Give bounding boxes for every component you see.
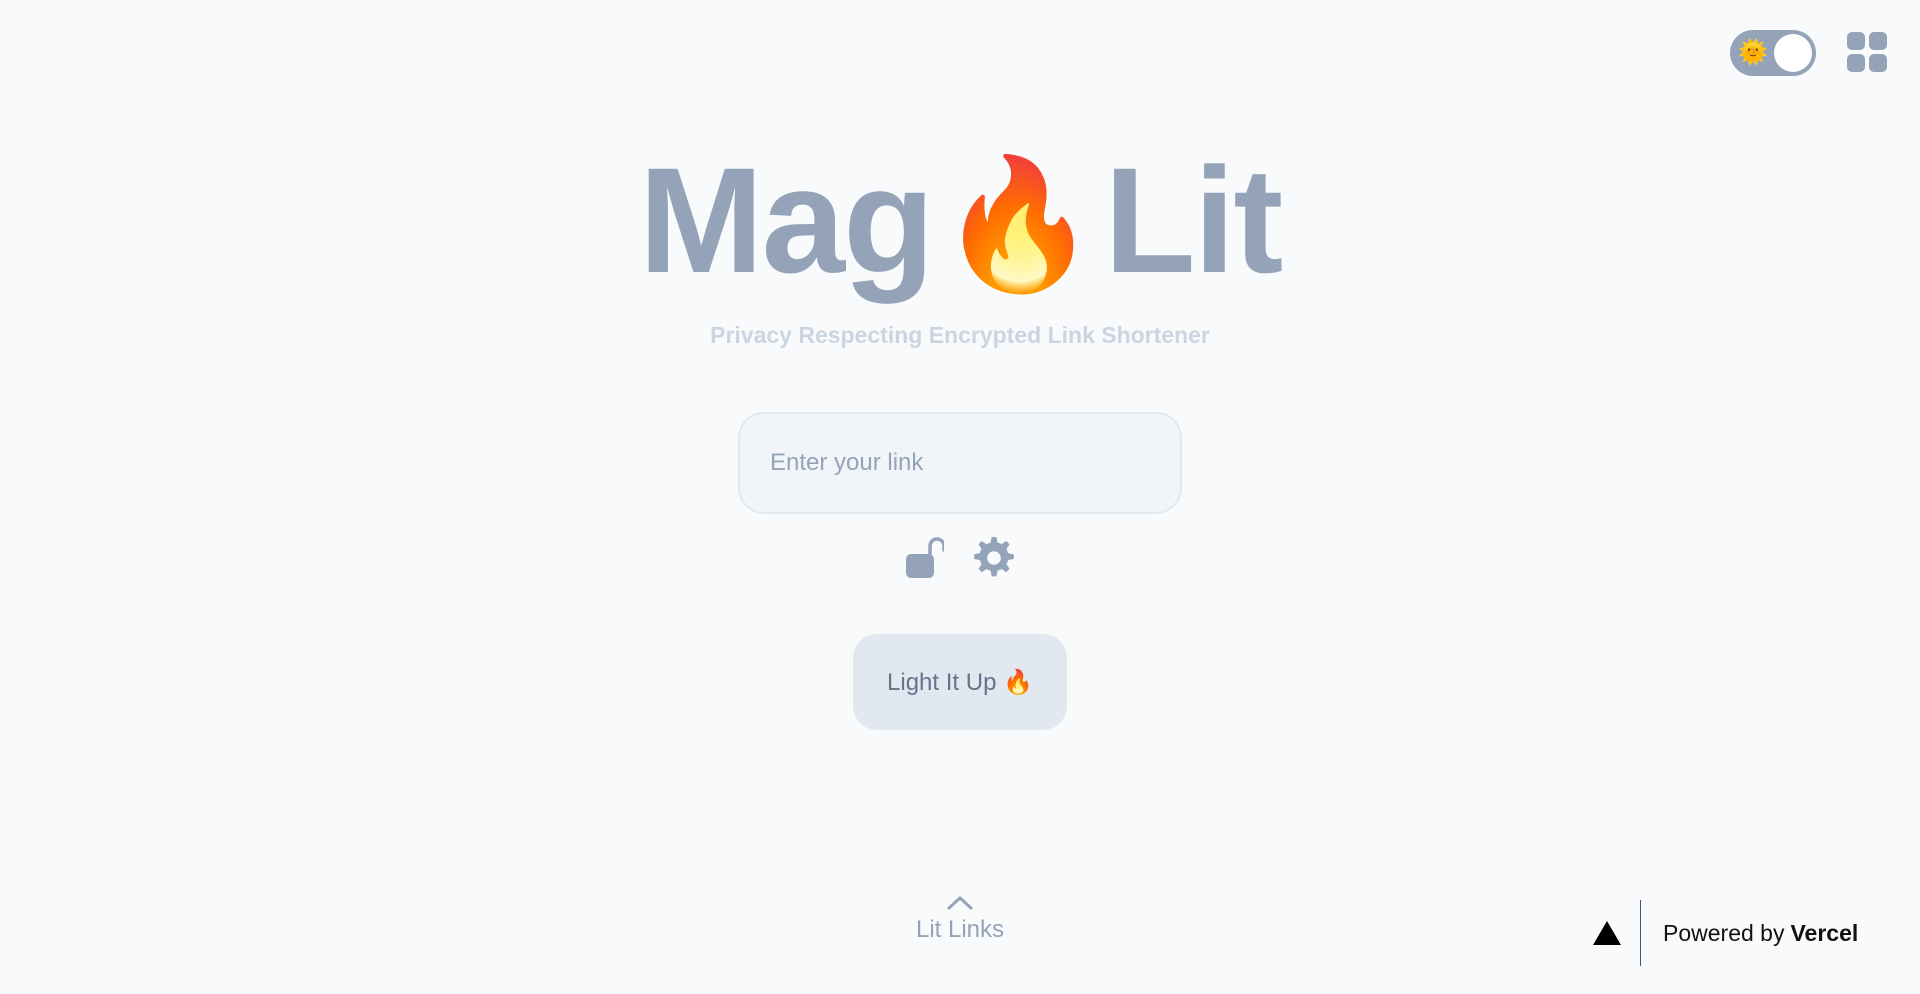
divider <box>1640 900 1641 966</box>
theme-toggle[interactable]: 🌞 <box>1730 30 1816 76</box>
powered-by-prefix: Powered by <box>1663 919 1785 946</box>
tagline: Privacy Respecting Encrypted Link Shorte… <box>710 322 1210 348</box>
unlocked-padlock-icon[interactable] <box>904 534 944 580</box>
apps-grid-cell <box>1869 54 1887 72</box>
sun-icon: 🌞 <box>1738 39 1768 66</box>
powered-by-vercel-link[interactable]: Powered by Vercel <box>1592 900 1858 966</box>
lit-links-toggle[interactable]: Lit Links <box>860 892 1060 944</box>
chevron-up-icon <box>947 896 973 910</box>
apps-grid-cell <box>1847 32 1865 50</box>
light-it-up-button[interactable]: Light It Up 🔥 <box>853 634 1067 730</box>
lit-links-label: Lit Links <box>915 916 1005 943</box>
powered-by-text: Powered by Vercel <box>1663 920 1858 947</box>
powered-by-brand: Vercel <box>1790 919 1859 946</box>
apps-grid-icon[interactable] <box>1847 32 1887 72</box>
link-input[interactable] <box>738 412 1182 514</box>
apps-grid-cell <box>1869 32 1887 50</box>
page: 🌞 Mag🔥Lit Privacy Respecting Encrypted L… <box>0 0 1920 994</box>
logo-text-lit: Lit <box>1104 136 1283 304</box>
app-logo: Mag🔥Lit <box>0 140 1920 305</box>
vercel-triangle-icon <box>1593 921 1621 945</box>
fire-icon: 🔥 <box>938 153 1099 296</box>
toggle-knob <box>1774 34 1812 72</box>
gear-icon[interactable] <box>970 534 1018 582</box>
apps-grid-cell <box>1847 54 1865 72</box>
logo-text-mag: Mag <box>638 136 935 304</box>
